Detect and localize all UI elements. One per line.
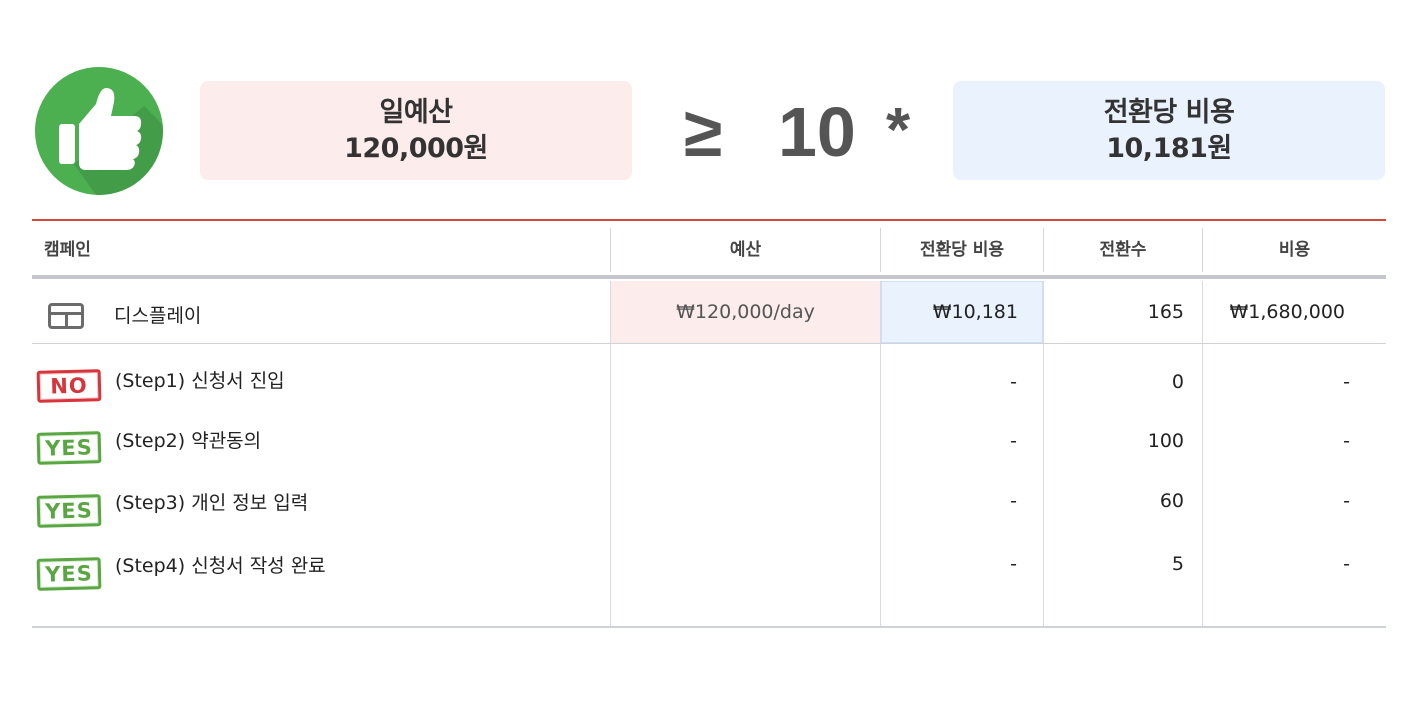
step-cost-per-conversion: - bbox=[1010, 371, 1017, 393]
column-header-conversions: 전환수 bbox=[1043, 228, 1202, 272]
thumbs-up-icon bbox=[35, 67, 163, 195]
table-header-divider bbox=[32, 275, 1386, 279]
step-conversions: 100 bbox=[1147, 430, 1184, 452]
step-cost-per-conversion: - bbox=[1010, 553, 1017, 575]
column-header-campaign: 캠페인 bbox=[44, 240, 91, 260]
greater-equal-sign: ≥ bbox=[684, 93, 723, 171]
step-conversions: 5 bbox=[1171, 553, 1184, 575]
column-header-cost-per-conversion: 전환당 비용 bbox=[880, 228, 1043, 272]
step-label: (Step4) 신청서 작성 완료 bbox=[115, 555, 326, 577]
campaign-name: 디스플레이 bbox=[114, 305, 202, 327]
daily-budget-label: 일예산 bbox=[379, 96, 453, 128]
step-label: (Step2) 약관동의 bbox=[115, 430, 262, 452]
yes-stamp: YES bbox=[36, 557, 102, 591]
table-top-divider bbox=[32, 219, 1386, 221]
step-cost-per-conversion: - bbox=[1010, 490, 1017, 512]
cost-per-conversion-box: 전환당 비용 10,181원 bbox=[953, 81, 1385, 180]
multiplier-value: 10 bbox=[778, 93, 856, 171]
daily-budget-box: 일예산 120,000원 bbox=[200, 81, 632, 180]
cost-per-conversion-value: 10,181원 bbox=[1106, 132, 1232, 164]
step-label: (Step3) 개인 정보 입력 bbox=[115, 492, 309, 514]
no-stamp: NO bbox=[36, 369, 102, 403]
column-header-budget: 예산 bbox=[610, 228, 880, 272]
step-cost: - bbox=[1343, 430, 1350, 452]
step-conversions: 60 bbox=[1159, 490, 1184, 512]
row-divider bbox=[32, 343, 1386, 344]
cost-per-conversion-label: 전환당 비용 bbox=[1103, 96, 1235, 128]
times-sign: * bbox=[886, 96, 911, 165]
campaign-budget: ₩120,000/day bbox=[676, 301, 815, 323]
step-label: (Step1) 신청서 진입 bbox=[115, 370, 285, 392]
campaign-conversions: 165 bbox=[1147, 301, 1184, 323]
campaign-cost-per-conversion: ₩10,181 bbox=[932, 301, 1018, 323]
yes-stamp: YES bbox=[36, 431, 102, 465]
step-cost-per-conversion: - bbox=[1010, 430, 1017, 452]
step-cost: - bbox=[1343, 553, 1350, 575]
step-cost: - bbox=[1343, 490, 1350, 512]
step-conversions: 0 bbox=[1171, 371, 1184, 393]
step-cost: - bbox=[1343, 371, 1350, 393]
table-bottom-divider bbox=[32, 626, 1386, 628]
yes-stamp: YES bbox=[36, 494, 102, 528]
display-banner-icon bbox=[48, 303, 84, 329]
column-header-cost: 비용 bbox=[1202, 228, 1386, 272]
daily-budget-value: 120,000원 bbox=[344, 132, 488, 164]
campaign-cost: ₩1,680,000 bbox=[1229, 301, 1345, 323]
